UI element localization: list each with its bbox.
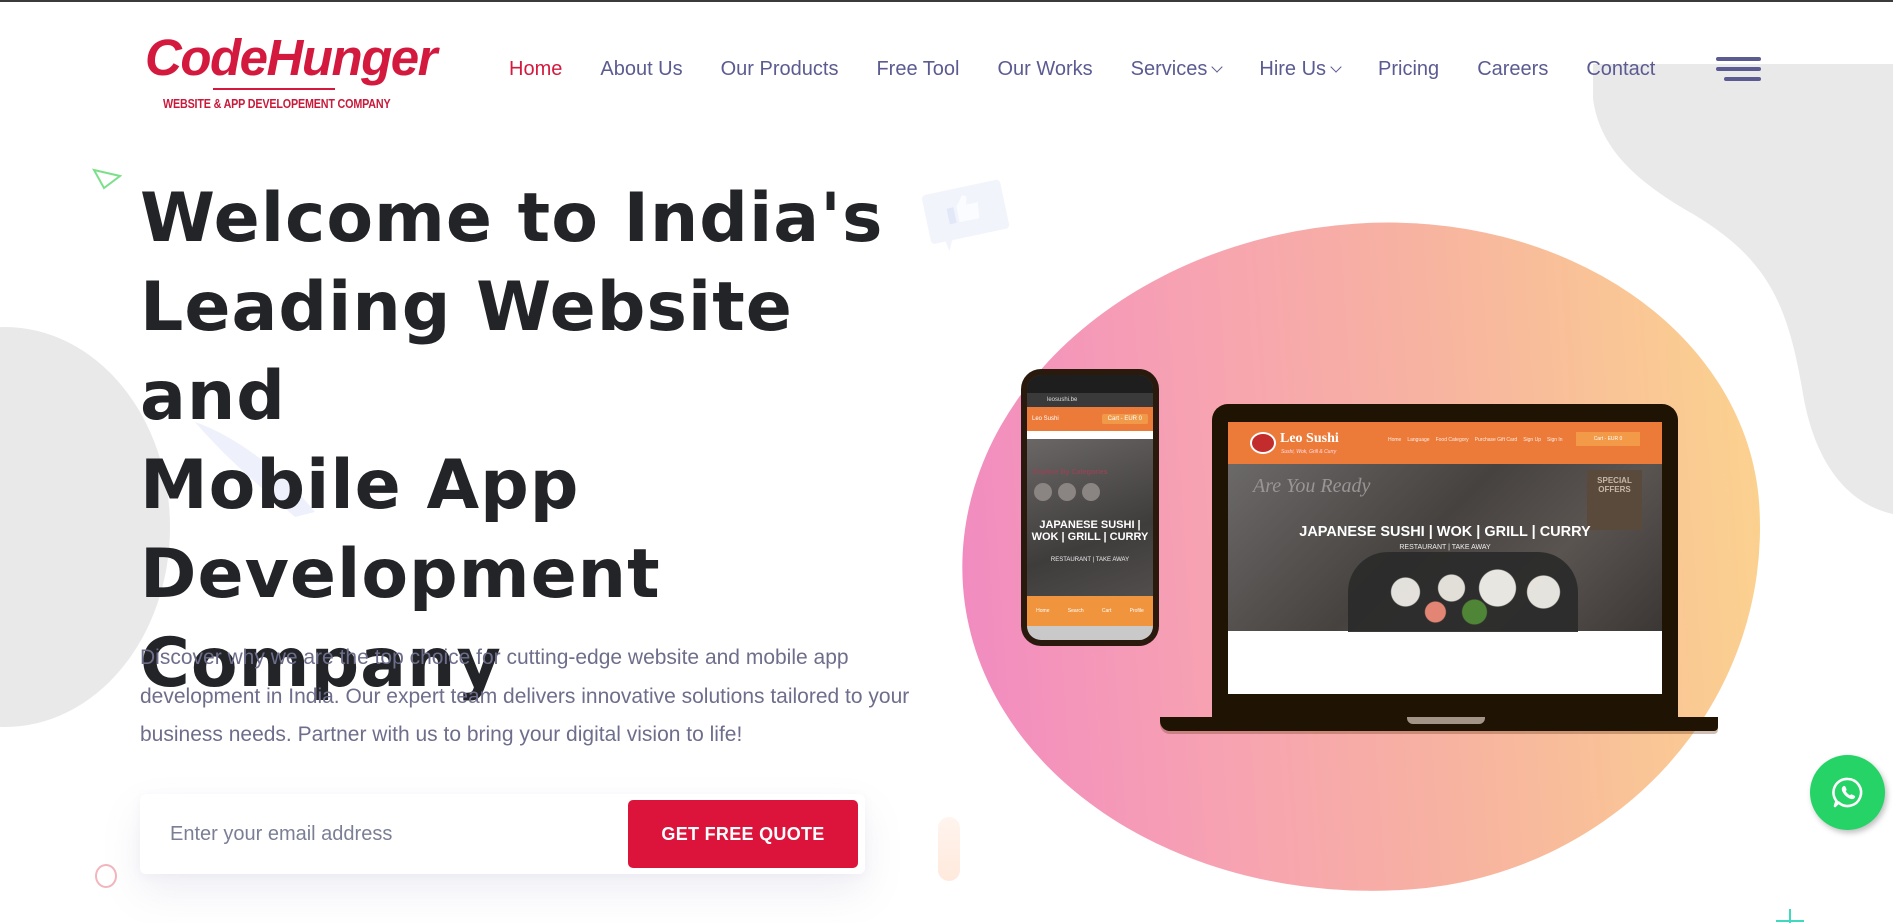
nav-label: Home — [509, 58, 563, 80]
laptop-site-tagline: Sushi, Wok, Grill & Curry — [1281, 449, 1337, 455]
hero-title: Welcome to India's Leading Website and M… — [140, 174, 900, 708]
quote-form: GET FREE QUOTE — [140, 794, 865, 874]
nav-item-services[interactable]: Services — [1130, 58, 1224, 81]
nav-item-home[interactable]: Home — [509, 58, 562, 81]
phone-tab: Profile — [1129, 608, 1144, 614]
hero-title-line: Leading Website and — [140, 268, 793, 436]
chevron-down-icon — [1330, 61, 1342, 73]
thumbs-up-bubble-decoration — [921, 179, 1010, 252]
laptop-site-brand: Leo Sushi — [1280, 431, 1339, 446]
nav-label: Careers — [1477, 58, 1549, 80]
nav-item-about-us[interactable]: About Us — [600, 58, 682, 81]
triangle-decoration — [92, 168, 122, 190]
laptop-subline: RESTAURANT | TAKE AWAY — [1399, 544, 1491, 551]
phone-section-title: Explore By Categories — [1033, 469, 1108, 476]
laptop-site-header: Leo Sushi Sushi, Wok, Grill & Curry Home… — [1228, 422, 1662, 464]
nav-item-careers[interactable]: Careers — [1477, 58, 1548, 81]
nav-item-pricing[interactable]: Pricing — [1378, 58, 1439, 81]
hero-title-line: Development — [140, 535, 661, 614]
sushi-image — [1348, 552, 1578, 632]
nav-label: About Us — [600, 58, 683, 80]
laptop-menu-item: Sign In — [1547, 437, 1563, 443]
hero-title-line: Welcome to India's — [140, 179, 884, 258]
phone-system-navbar — [1027, 626, 1153, 640]
leo-sushi-logo-icon — [1250, 432, 1276, 454]
laptop-promo-right: SPECIAL OFFERS — [1587, 470, 1642, 530]
get-free-quote-button[interactable]: GET FREE QUOTE — [628, 800, 858, 868]
laptop-mockup: Leo Sushi Sushi, Wok, Grill & Curry Home… — [1212, 404, 1678, 724]
nav-item-contact[interactable]: Contact — [1586, 58, 1655, 81]
laptop-headline: JAPANESE SUSHI | WOK | GRILL | CURRY — [1299, 524, 1591, 540]
nav-item-hire-us[interactable]: Hire Us — [1259, 58, 1342, 81]
phone-cart-button: Cart - EUR 0 — [1101, 414, 1148, 424]
nav-label: Services — [1130, 58, 1208, 80]
logo[interactable]: CodeHunger WEBSITE & APP DEVELOPEMENT CO… — [145, 29, 438, 115]
nav-label: Contact — [1586, 58, 1656, 80]
whatsapp-icon — [1831, 777, 1862, 807]
email-input[interactable] — [170, 812, 610, 856]
nav-item-our-products[interactable]: Our Products — [721, 58, 839, 81]
phone-tab: Search — [1067, 608, 1084, 614]
pill-decoration — [938, 817, 960, 881]
phone-site-brand: Leo Sushi — [1032, 416, 1059, 422]
phone-divider — [1027, 431, 1153, 439]
nav-label: Pricing — [1378, 58, 1440, 80]
nav-item-our-works[interactable]: Our Works — [997, 58, 1092, 81]
phone-site-header: Leo Sushi Cart - EUR 0 — [1027, 407, 1153, 431]
laptop-site-hero: Are You Ready SPECIAL OFFERS JAPANESE SU… — [1228, 464, 1662, 632]
phone-screen: leosushi.be Leo Sushi Cart - EUR 0 Explo… — [1027, 375, 1153, 640]
phone-headline: JAPANESE SUSHI | WOK | GRILL | CURRY — [1031, 519, 1149, 543]
laptop-menu-item: Home — [1388, 437, 1402, 443]
nav-label: Free Tool — [876, 58, 960, 80]
phone-tab: Home — [1036, 608, 1050, 614]
logo-tagline: WEBSITE & APP DEVELOPEMENT COMPANY — [163, 97, 391, 111]
laptop-promo-left: Are You Ready — [1253, 475, 1371, 497]
laptop-menu-item: Language — [1407, 437, 1430, 443]
hero-description: Discover why we are the top choice for c… — [140, 646, 910, 746]
circle-decoration — [95, 864, 117, 888]
plus-decoration — [1776, 909, 1804, 923]
phone-category-circles — [1034, 483, 1100, 501]
phone-tab: Cart — [1101, 608, 1112, 614]
hero-title-line: Mobile App — [140, 446, 580, 525]
logo-underline — [213, 88, 335, 90]
main-nav: Home About Us Our Products Free Tool Our… — [509, 58, 1693, 81]
phone-tab-bar: Home Search Cart Profile — [1027, 596, 1153, 626]
nav-label: Our Products — [720, 58, 839, 80]
whatsapp-button[interactable] — [1810, 755, 1885, 830]
laptop-menu-item: Sign Up — [1523, 437, 1541, 443]
laptop-cart-button: Cart - EUR 0 — [1576, 432, 1640, 446]
nav-label: Our Works — [997, 58, 1093, 80]
phone-hero: Explore By Categories JAPANESE SUSHI | W… — [1027, 439, 1153, 607]
phone-url-bar: leosushi.be — [1027, 393, 1153, 407]
laptop-menu-item: Purchase Gift Card — [1474, 437, 1518, 443]
logo-wordmark: CodeHunger — [145, 29, 438, 86]
phone-mockup: leosushi.be Leo Sushi Cart - EUR 0 Explo… — [1021, 369, 1159, 646]
laptop-screen: Leo Sushi Sushi, Wok, Grill & Curry Home… — [1228, 422, 1662, 694]
phone-subline: RESTAURANT | TAKE AWAY — [1050, 557, 1130, 563]
laptop-menu-item: Food Category — [1435, 437, 1469, 443]
nav-label: Hire Us — [1259, 58, 1327, 80]
laptop-site-menu: Home Language Food Category Purchase Gif… — [1388, 437, 1563, 443]
phone-status-bar — [1027, 375, 1153, 393]
hamburger-icon[interactable] — [1716, 57, 1761, 81]
laptop-notch — [1407, 717, 1485, 724]
chevron-down-icon — [1211, 61, 1224, 73]
nav-item-free-tool[interactable]: Free Tool — [876, 58, 959, 81]
